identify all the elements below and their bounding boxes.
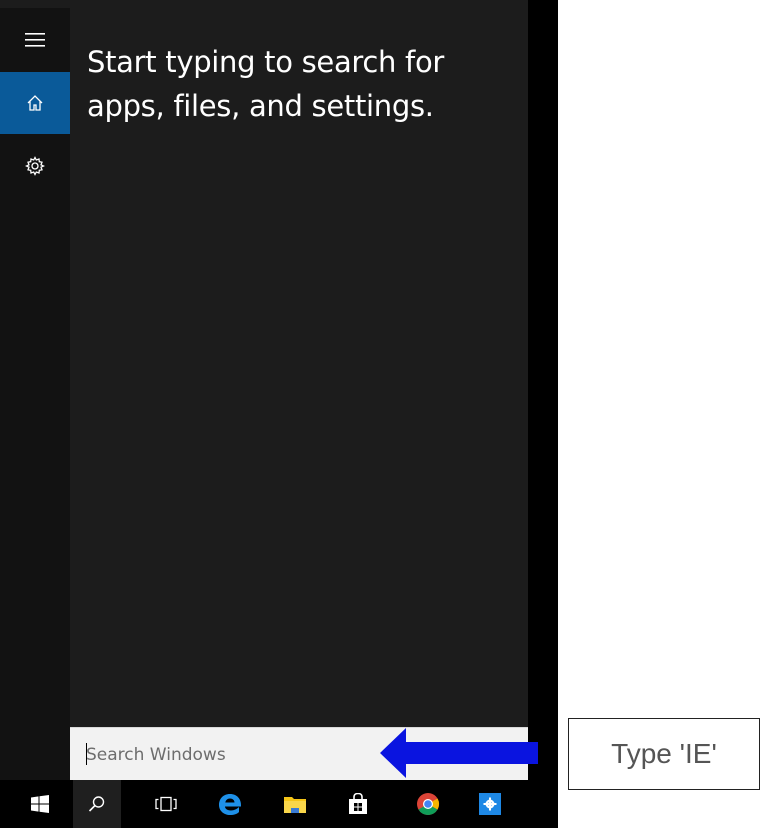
home-icon [27,95,43,111]
settings-button[interactable] [0,134,70,198]
edge-icon [219,794,242,815]
menu-icon [25,33,45,47]
home-button[interactable] [0,72,70,134]
settings-app-icon [479,793,501,815]
start-search-panel: Start typing to search for apps, files, … [0,0,528,780]
instruction-callout: Type 'IE' [568,718,760,790]
taskbar-search-button[interactable] [73,780,121,828]
start-button[interactable] [16,780,64,828]
windows-logo-icon [31,795,49,813]
store-icon [349,793,367,814]
gear-icon [25,156,45,176]
edge-button[interactable] [206,780,254,828]
search-hint-text: Start typing to search for apps, files, … [87,40,517,128]
taskbar [0,780,558,828]
panel-edge [528,0,558,828]
store-button[interactable] [334,780,382,828]
chrome-icon [417,793,439,815]
hint-line-2: apps, files, and settings. [87,89,434,123]
callout-text: Type 'IE' [611,738,717,769]
file-explorer-button[interactable] [271,780,319,828]
settings-app-button[interactable] [466,780,514,828]
search-input[interactable] [86,742,386,768]
search-icon [88,796,105,812]
pointer-arrow [380,728,538,778]
chrome-button[interactable] [404,780,452,828]
menu-button[interactable] [0,8,70,72]
text-caret [86,743,87,765]
hint-line-1: Start typing to search for [87,45,445,79]
task-view-icon [155,796,177,812]
file-explorer-icon [284,797,306,813]
task-view-button[interactable] [142,780,190,828]
screen: Start typing to search for apps, files, … [0,0,760,828]
